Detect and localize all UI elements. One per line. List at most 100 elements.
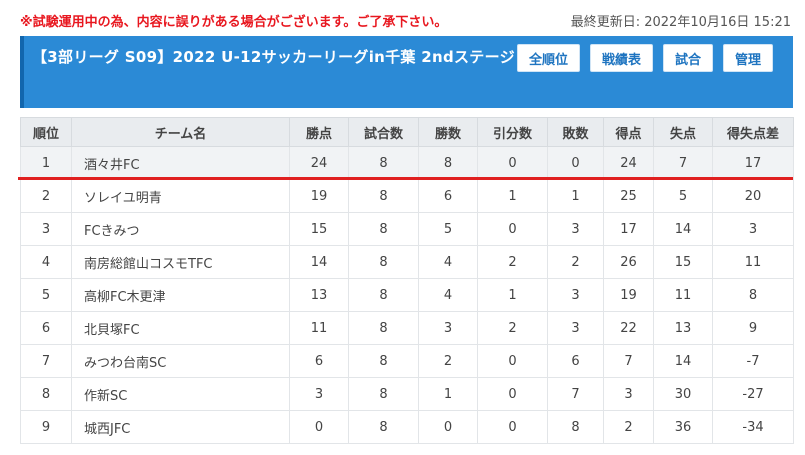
last-updated: 最終更新日: 2022年10月16日 15:21 — [570, 15, 791, 30]
table-row: 4 南房総館山コスモTFC 14 8 4 2 2 26 15 11 — [20, 245, 794, 279]
cell-goals-for: 17 — [603, 212, 654, 246]
column-header-team-name: チーム名 — [71, 117, 290, 147]
cell-points: 15 — [289, 212, 349, 246]
cell-goal-difference: -27 — [712, 377, 794, 411]
table-row: 2 ソレイユ明青 19 8 6 1 1 25 5 20 — [20, 179, 794, 213]
cell-goal-difference: 9 — [712, 311, 794, 345]
cell-goals-against: 15 — [653, 245, 713, 279]
cell-goals-against: 36 — [653, 410, 713, 444]
cell-points: 13 — [289, 278, 349, 312]
cell-losses: 0 — [547, 146, 604, 180]
cell-goals-for: 25 — [603, 179, 654, 213]
table-header-row: 順位 チーム名 勝点 試合数 勝数 引分数 敗数 得点 失点 得失点差 — [20, 117, 794, 147]
cell-goals-for: 22 — [603, 311, 654, 345]
cell-losses: 3 — [547, 311, 604, 345]
cell-draws: 2 — [477, 245, 548, 279]
cell-draws: 0 — [477, 212, 548, 246]
cell-points: 19 — [289, 179, 349, 213]
cell-goals-against: 14 — [653, 212, 713, 246]
cell-team-name[interactable]: みつわ台南SC — [71, 344, 290, 378]
cell-wins: 4 — [418, 278, 478, 312]
cell-losses: 8 — [547, 410, 604, 444]
standings-table: 順位 チーム名 勝点 試合数 勝数 引分数 敗数 得点 失点 得失点差 1 酒々井FC 24 8 8 0 0 2… — [20, 117, 794, 444]
results-table-button[interactable]: 戦績表 — [590, 44, 653, 72]
cell-losses: 3 — [547, 278, 604, 312]
column-header-losses: 敗数 — [547, 117, 604, 147]
cell-goal-difference: 20 — [712, 179, 794, 213]
cell-goal-difference: 8 — [712, 278, 794, 312]
promotion-line — [18, 177, 793, 180]
cell-team-name[interactable]: 南房総館山コスモTFC — [71, 245, 290, 279]
cell-goals-against: 7 — [653, 146, 713, 180]
cell-team-name[interactable]: 酒々井FC — [71, 146, 290, 180]
cell-rank: 8 — [20, 377, 72, 411]
cell-wins: 6 — [418, 179, 478, 213]
cell-wins: 3 — [418, 311, 478, 345]
cell-wins: 4 — [418, 245, 478, 279]
cell-goals-for: 3 — [603, 377, 654, 411]
cell-goals-for: 24 — [603, 146, 654, 180]
cell-matches-played: 8 — [348, 311, 419, 345]
cell-goal-difference: -34 — [712, 410, 794, 444]
cell-team-name[interactable]: 作新SC — [71, 377, 290, 411]
table-row: 7 みつわ台南SC 6 8 2 0 6 7 14 -7 — [20, 344, 794, 378]
cell-points: 14 — [289, 245, 349, 279]
table-row: 3 FCきみつ 15 8 5 0 3 17 14 3 — [20, 212, 794, 246]
cell-points: 3 — [289, 377, 349, 411]
cell-losses: 1 — [547, 179, 604, 213]
cell-losses: 6 — [547, 344, 604, 378]
cell-goal-difference: 17 — [712, 146, 794, 180]
cell-goals-against: 5 — [653, 179, 713, 213]
column-header-draws: 引分数 — [477, 117, 548, 147]
cell-goals-against: 14 — [653, 344, 713, 378]
cell-rank: 2 — [20, 179, 72, 213]
column-header-rank: 順位 — [20, 117, 72, 147]
cell-rank: 9 — [20, 410, 72, 444]
table-row: 9 城西JFC 0 8 0 0 8 2 36 -34 — [20, 410, 794, 444]
league-header: 【3部リーグ S09】2022 U-12サッカーリーグin千葉 2ndステージ … — [20, 36, 793, 108]
cell-losses: 2 — [547, 245, 604, 279]
cell-team-name[interactable]: 北貝塚FC — [71, 311, 290, 345]
table-row: 6 北貝塚FC 11 8 3 2 3 22 13 9 — [20, 311, 794, 345]
cell-team-name[interactable]: 城西JFC — [71, 410, 290, 444]
cell-goal-difference: 11 — [712, 245, 794, 279]
cell-draws: 2 — [477, 311, 548, 345]
column-header-goals-for: 得点 — [603, 117, 654, 147]
cell-matches-played: 8 — [348, 344, 419, 378]
cell-goal-difference: -7 — [712, 344, 794, 378]
cell-team-name[interactable]: FCきみつ — [71, 212, 290, 246]
cell-team-name[interactable]: ソレイユ明青 — [71, 179, 290, 213]
all-rankings-button[interactable]: 全順位 — [517, 44, 580, 72]
cell-matches-played: 8 — [348, 212, 419, 246]
cell-goals-for: 26 — [603, 245, 654, 279]
cell-draws: 1 — [477, 179, 548, 213]
cell-wins: 5 — [418, 212, 478, 246]
cell-points: 11 — [289, 311, 349, 345]
cell-goals-for: 19 — [603, 278, 654, 312]
matches-button[interactable]: 試合 — [663, 44, 713, 72]
cell-points: 24 — [289, 146, 349, 180]
column-header-goals-against: 失点 — [653, 117, 713, 147]
league-title: 【3部リーグ S09】2022 U-12サッカーリーグin千葉 2ndステージ — [32, 48, 515, 66]
cell-matches-played: 8 — [348, 179, 419, 213]
cell-goals-against: 30 — [653, 377, 713, 411]
cell-rank: 1 — [20, 146, 72, 180]
table-row: 1 酒々井FC 24 8 8 0 0 24 7 17 — [20, 146, 794, 180]
cell-wins: 0 — [418, 410, 478, 444]
cell-team-name[interactable]: 高柳FC木更津 — [71, 278, 290, 312]
cell-rank: 4 — [20, 245, 72, 279]
manage-button[interactable]: 管理 — [723, 44, 773, 72]
cell-rank: 6 — [20, 311, 72, 345]
cell-goals-for: 7 — [603, 344, 654, 378]
cell-wins: 8 — [418, 146, 478, 180]
cell-goals-against: 13 — [653, 311, 713, 345]
cell-goals-against: 11 — [653, 278, 713, 312]
cell-points: 0 — [289, 410, 349, 444]
column-header-wins: 勝数 — [418, 117, 478, 147]
cell-matches-played: 8 — [348, 278, 419, 312]
cell-wins: 1 — [418, 377, 478, 411]
cell-draws: 1 — [477, 278, 548, 312]
notice-text: ※試験運用中の為、内容に誤りがある場合がございます。ご了承下さい。 — [20, 15, 448, 30]
cell-draws: 0 — [477, 377, 548, 411]
cell-draws: 0 — [477, 344, 548, 378]
